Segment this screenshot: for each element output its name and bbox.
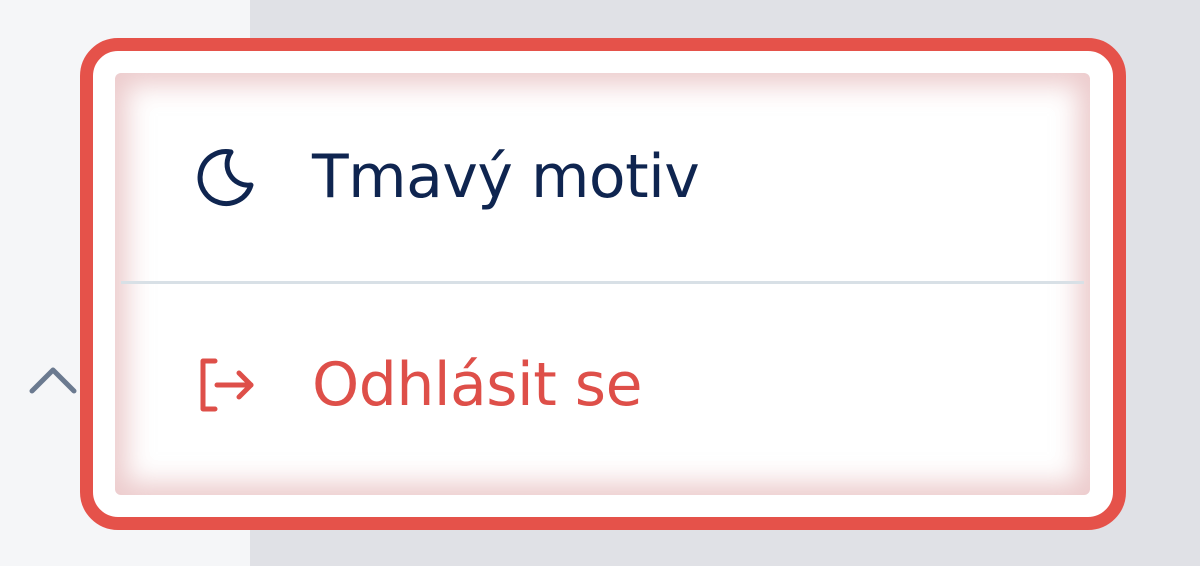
moon-icon <box>193 145 257 209</box>
dark-theme-menu-item[interactable]: Tmavý motiv <box>115 73 1090 281</box>
logout-icon <box>193 353 257 417</box>
user-menu-dropdown: Tmavý motiv Odhlásit se <box>115 73 1090 495</box>
chevron-up-icon[interactable] <box>28 360 80 398</box>
logout-label: Odhlásit se <box>312 350 642 420</box>
dark-theme-label: Tmavý motiv <box>312 142 700 212</box>
menu-divider <box>121 281 1084 284</box>
logout-menu-item[interactable]: Odhlásit se <box>115 285 1090 485</box>
